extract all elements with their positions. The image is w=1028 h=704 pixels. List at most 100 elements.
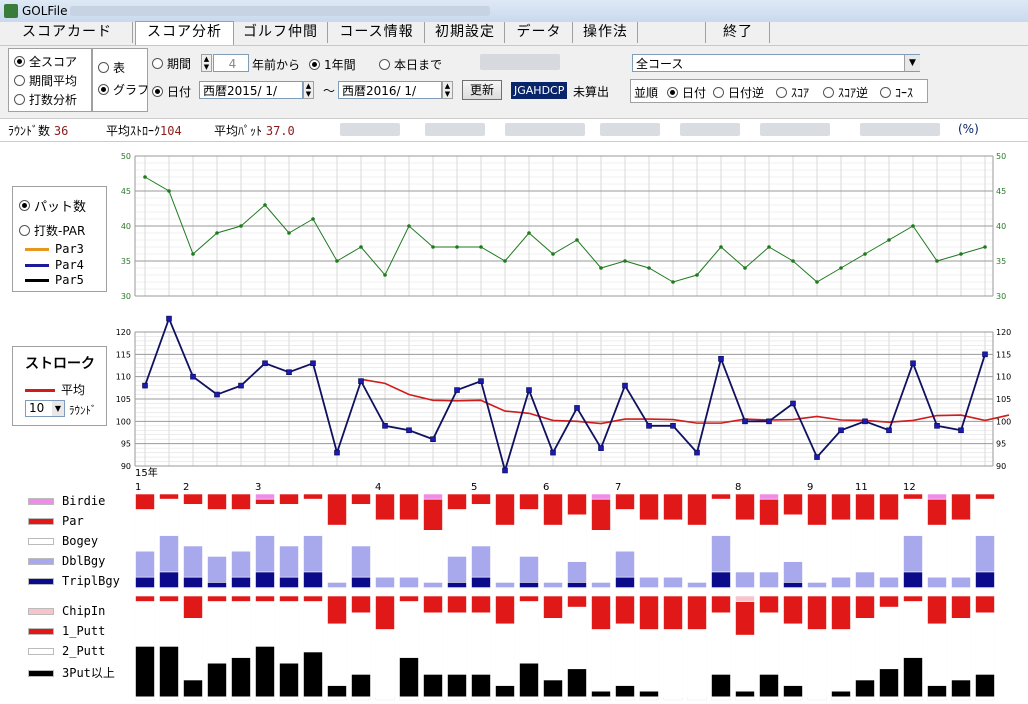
putt-strip-segment bbox=[807, 629, 827, 698]
score-strip-segment bbox=[831, 519, 851, 578]
score-strip-segment bbox=[879, 519, 899, 578]
stroke-point bbox=[958, 427, 964, 434]
score-strip-segment bbox=[135, 576, 155, 588]
y-tick-label-right: 115 bbox=[996, 350, 1011, 359]
putt-strip-segment bbox=[207, 595, 227, 602]
putt-strip-segment bbox=[423, 595, 443, 614]
putt-strip-segment bbox=[951, 618, 971, 681]
score-strip-segment bbox=[423, 493, 443, 500]
putt-strip-segment bbox=[327, 685, 347, 698]
score-strip-segment bbox=[183, 493, 203, 505]
score-strip-segment bbox=[207, 509, 227, 557]
x-month-label: 7 bbox=[615, 482, 621, 493]
stroke-point bbox=[286, 369, 292, 376]
score-strip-segment bbox=[663, 576, 683, 588]
stroke-point bbox=[814, 454, 820, 460]
putt-strip-segment bbox=[735, 634, 755, 692]
stroke-point bbox=[190, 373, 196, 380]
putts-point bbox=[239, 224, 243, 228]
score-strip-segment bbox=[759, 524, 779, 573]
putts-point bbox=[143, 175, 147, 179]
putt-strip-segment bbox=[399, 601, 419, 658]
score-strip-segment bbox=[639, 519, 659, 578]
score-strip-segment bbox=[375, 519, 395, 578]
putt-strip-segment bbox=[831, 629, 851, 692]
putts-point bbox=[743, 266, 747, 270]
score-strip-segment bbox=[447, 509, 467, 557]
score-strip-segment bbox=[975, 498, 995, 536]
score-strip-segment bbox=[279, 504, 299, 547]
score-strip-segment bbox=[711, 571, 731, 588]
stroke-point bbox=[910, 360, 916, 367]
score-strip-segment bbox=[591, 498, 611, 531]
score-strip-segment bbox=[399, 493, 419, 521]
score-strip-segment bbox=[423, 530, 443, 583]
score-strip-segment bbox=[783, 582, 803, 588]
score-strip-segment bbox=[183, 545, 203, 578]
putt-strip-segment bbox=[183, 595, 203, 619]
putt-strip-segment bbox=[471, 612, 491, 675]
score-strip-segment bbox=[495, 524, 515, 583]
putts-point bbox=[359, 245, 363, 249]
y-tick-label-left: 120 bbox=[116, 328, 131, 337]
score-strip-segment bbox=[687, 582, 707, 588]
score-strip-segment bbox=[303, 571, 323, 588]
score-strip-segment bbox=[351, 504, 371, 547]
putt-strip-segment bbox=[255, 601, 275, 647]
stroke-point bbox=[694, 449, 700, 456]
score-strip-segment bbox=[615, 576, 635, 588]
score-strip-segment bbox=[807, 582, 827, 588]
score-strip-segment bbox=[615, 509, 635, 552]
putts-point bbox=[503, 259, 507, 263]
putt-strip-segment bbox=[639, 690, 659, 698]
stroke-point bbox=[382, 422, 388, 429]
putt-strip-segment bbox=[519, 595, 539, 602]
putts-point bbox=[815, 280, 819, 284]
score-strip-segment bbox=[807, 493, 827, 526]
putt-strip-segment bbox=[471, 595, 491, 614]
score-strip-segment bbox=[759, 493, 779, 500]
x-month-label: 4 bbox=[375, 482, 381, 493]
score-strip-segment bbox=[615, 550, 635, 578]
putt-strip-segment bbox=[975, 595, 995, 614]
putt-strip-segment bbox=[567, 668, 587, 698]
score-strip-segment bbox=[951, 493, 971, 521]
putts-point bbox=[383, 273, 387, 277]
stroke-point bbox=[238, 382, 244, 389]
putts-point bbox=[479, 245, 483, 249]
score-strip-segment bbox=[783, 514, 803, 562]
putt-strip-segment bbox=[639, 629, 659, 692]
putts-point bbox=[695, 273, 699, 277]
putt-strip-segment bbox=[519, 662, 539, 698]
score-strip-segment bbox=[951, 576, 971, 588]
putts-point bbox=[887, 238, 891, 242]
stroke-point bbox=[718, 355, 724, 362]
stroke-point bbox=[454, 387, 460, 393]
putt-strip-segment bbox=[783, 595, 803, 625]
score-strip-segment bbox=[351, 545, 371, 578]
score-strip-segment bbox=[231, 550, 251, 578]
putts-point bbox=[527, 231, 531, 235]
score-strip-segment bbox=[543, 582, 563, 588]
putts-point bbox=[911, 224, 915, 228]
stroke-point bbox=[766, 418, 772, 425]
stroke-point bbox=[838, 427, 844, 434]
putt-strip-segment bbox=[183, 679, 203, 698]
stroke-point bbox=[934, 422, 940, 429]
putts-point bbox=[767, 245, 771, 249]
putt-strip-segment bbox=[879, 606, 899, 670]
score-strip-segment bbox=[279, 493, 299, 505]
putt-strip-segment bbox=[975, 612, 995, 675]
score-strip-segment bbox=[855, 493, 875, 521]
x-month-label: 1 bbox=[135, 482, 141, 493]
stroke-point bbox=[142, 382, 148, 389]
putt-strip-segment bbox=[567, 606, 587, 670]
score-strip-segment bbox=[639, 493, 659, 521]
putt-strip-segment bbox=[279, 662, 299, 698]
y-tick-label-left: 40 bbox=[121, 222, 131, 231]
putt-strip-segment bbox=[591, 629, 611, 692]
putt-strip-segment bbox=[903, 601, 923, 658]
y-tick-label-right: 50 bbox=[996, 152, 1006, 161]
score-strip-segment bbox=[831, 493, 851, 521]
score-strip-segment bbox=[543, 524, 563, 583]
